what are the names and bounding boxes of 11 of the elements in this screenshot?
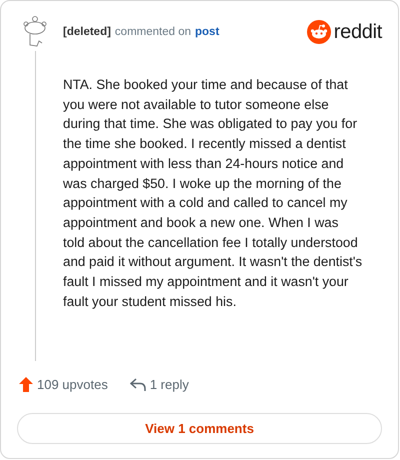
comment-text: NTA. She booked your time and because of that you were not available to tutor someone else during that time. She was obligated to pay you for the time she booked. I recently missed a dentist appointment with less than 24-hours notice and was charged $50. I woke up the morning of the appointment with a cold and called to cancel my appointment and book a new one. When I was told about the cancellation fee I totally understood and paid it without argument. It wasn't the dentist's fault I missed my appointment and it wasn't your fault your student missed his. [63,76,363,311]
action-text: commented on [114,26,191,38]
upvote-count: 109 upvotes [37,376,108,392]
logo-icon [306,20,331,44]
post-link[interactable]: post [195,26,220,38]
view-comments-button[interactable]: View 1 comments [17,413,382,444]
upvote-icon[interactable] [19,376,33,392]
brand-name: reddit [334,20,382,44]
reply-count: 1 reply [150,376,189,392]
author-name: [deleted] [63,26,111,38]
reply-icon[interactable] [130,378,146,390]
